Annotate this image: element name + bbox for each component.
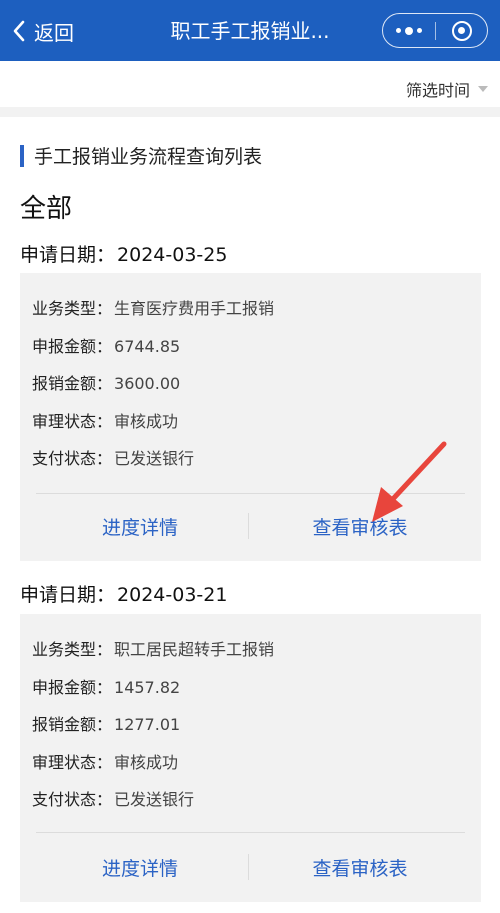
filter-time-dropdown[interactable]: 筛选时间	[406, 77, 488, 101]
card-divider	[36, 493, 465, 494]
nav-bar: 返回 职工手工报销业...	[0, 0, 500, 61]
section-header: 手工报销业务流程查询列表	[20, 142, 262, 169]
field-value: 1277.01	[114, 715, 181, 734]
field-row-type: 业务类型： 生育医疗费用手工报销	[32, 295, 274, 319]
date-value: 2024-03-21	[117, 584, 228, 606]
field-value: 6744.85	[114, 337, 181, 356]
date-value: 2024-03-25	[117, 244, 228, 266]
progress-details-button[interactable]: 进度详情	[70, 854, 210, 881]
card-divider	[36, 832, 465, 833]
field-value: 1457.82	[114, 678, 181, 697]
progress-details-button[interactable]: 进度详情	[70, 513, 210, 540]
field-label: 支付状态：	[32, 449, 113, 468]
section-title: 手工报销业务流程查询列表	[34, 146, 263, 168]
date-label: 申请日期：	[20, 584, 116, 606]
field-label: 审理状态：	[32, 753, 113, 772]
action-divider	[248, 854, 249, 880]
field-label: 业务类型：	[32, 640, 113, 659]
field-label: 报销金额：	[32, 374, 113, 393]
view-review-table-button[interactable]: 查看审核表	[290, 854, 430, 881]
back-label: 返回	[34, 20, 74, 45]
section-marker	[20, 144, 24, 167]
record-card: 业务类型： 生育医疗费用手工报销 申报金额： 6744.85 报销金额： 3600.0…	[20, 273, 481, 561]
chevron-left-icon	[13, 20, 25, 42]
field-row-type: 业务类型： 职工居民超转手工报销	[32, 636, 274, 660]
record-date: 申请日期： 2024-03-25	[20, 240, 227, 267]
field-value: 已发送银行	[114, 790, 195, 809]
view-review-table-button[interactable]: 查看审核表	[290, 513, 430, 540]
field-value: 已发送银行	[114, 449, 195, 468]
field-label: 申报金额：	[32, 678, 113, 697]
caret-down-icon	[478, 86, 488, 92]
record-date: 申请日期： 2024-03-21	[20, 580, 227, 607]
field-row-declared-amount: 申报金额： 1457.82	[32, 674, 180, 698]
field-label: 审理状态：	[32, 412, 113, 431]
close-circle-icon[interactable]	[436, 14, 487, 47]
field-row-reimbursed-amount: 报销金额： 1277.01	[32, 711, 180, 735]
filter-bar: 筛选时间	[0, 61, 500, 117]
page-title: 职工手工报销业...	[170, 19, 330, 43]
field-label: 申报金额：	[32, 337, 113, 356]
field-row-review-status: 审理状态： 审核成功	[32, 408, 178, 432]
field-label: 报销金额：	[32, 715, 113, 734]
record-card: 业务类型： 职工居民超转手工报销 申报金额： 1457.82 报销金额： 1277.0…	[20, 614, 481, 902]
field-label: 支付状态：	[32, 790, 113, 809]
field-row-payment-status: 支付状态： 已发送银行	[32, 445, 194, 469]
field-row-payment-status: 支付状态： 已发送银行	[32, 786, 194, 810]
date-label: 申请日期：	[20, 244, 116, 266]
field-row-review-status: 审理状态： 审核成功	[32, 749, 178, 773]
action-divider	[248, 513, 249, 539]
field-value: 审核成功	[114, 412, 179, 431]
field-row-reimbursed-amount: 报销金额： 3600.00	[32, 370, 180, 394]
group-title: 全部	[20, 194, 73, 224]
more-icon[interactable]	[383, 14, 435, 47]
mini-program-capsule	[382, 13, 488, 48]
field-value: 生育医疗费用手工报销	[114, 299, 275, 318]
field-row-declared-amount: 申报金额： 6744.85	[32, 333, 180, 357]
field-value: 职工居民超转手工报销	[114, 640, 275, 659]
field-value: 审核成功	[114, 753, 179, 772]
field-value: 3600.00	[114, 374, 181, 393]
back-button[interactable]: 返回	[12, 16, 74, 46]
field-label: 业务类型：	[32, 299, 113, 318]
filter-time-label: 筛选时间	[405, 81, 470, 100]
